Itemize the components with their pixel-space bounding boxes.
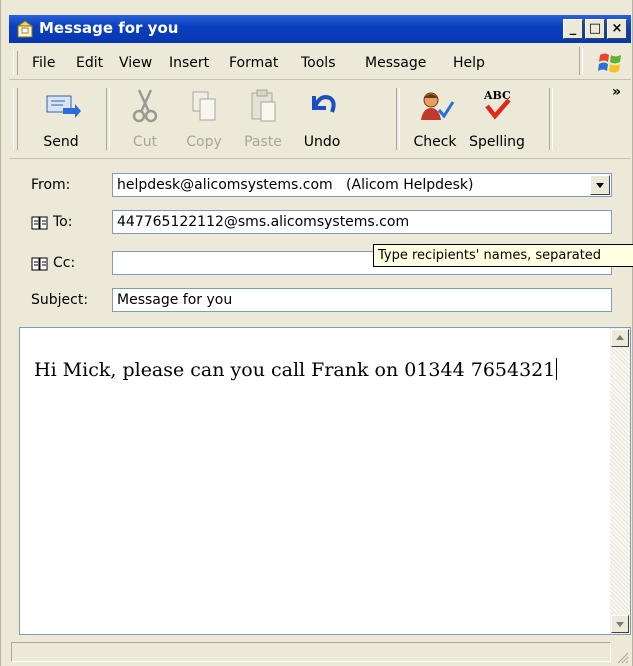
to-field[interactable]: 447765122112@sms.alicomsystems.com <box>112 210 612 234</box>
menu-tools[interactable]: Tools <box>301 55 336 71</box>
menu-insert[interactable]: Insert <box>169 55 209 71</box>
to-label: To: <box>53 214 73 230</box>
vertical-scrollbar[interactable] <box>610 328 630 634</box>
title-bar[interactable]: Message for you _ □ × <box>9 15 631 43</box>
menu-format[interactable]: Format <box>229 55 278 71</box>
menu-bar: File Edit View Insert Format Tools Messa… <box>9 45 631 80</box>
menu-help[interactable]: Help <box>453 55 485 71</box>
undo-label: Undo <box>303 134 341 150</box>
status-bar <box>9 640 631 666</box>
new-message-icon <box>16 20 34 38</box>
message-body-text: Hi Mick, please can you call Frank on 01… <box>34 358 558 381</box>
menu-grip[interactable] <box>13 51 18 75</box>
toolbar-separator <box>396 88 400 150</box>
recipients-tooltip: Type recipients' names, separated <box>373 244 633 267</box>
arrow-down-icon <box>616 622 624 627</box>
from-dropdown[interactable]: helpdesk@alicomsystems.com (Alicom Helpd… <box>112 173 612 197</box>
minimize-button[interactable]: _ <box>563 19 583 39</box>
close-button[interactable]: × <box>607 19 627 39</box>
body-text: Hi Mick, please can you call Frank on 01… <box>34 359 556 381</box>
paste-button[interactable]: Paste <box>233 86 293 152</box>
check-names-icon <box>421 92 455 120</box>
toolbar-overflow-chevron[interactable]: » <box>612 84 621 100</box>
scroll-up-button[interactable] <box>611 329 629 347</box>
toolbar: Send Cut Copy Paste Undo Check ABC Spell… <box>9 82 631 159</box>
send-label: Send <box>43 134 79 150</box>
window-title: Message for you <box>39 19 179 37</box>
check-label: Check <box>413 134 457 150</box>
toolbar-separator <box>549 88 553 150</box>
scissors-icon <box>132 89 158 123</box>
message-body[interactable]: Hi Mick, please can you call Frank on 01… <box>19 327 631 635</box>
toolbar-grip[interactable] <box>13 88 18 150</box>
send-icon <box>46 95 81 118</box>
toolbar-separator <box>106 88 110 150</box>
subject-field[interactable]: Message for you <box>112 288 612 312</box>
resize-grip-icon[interactable] <box>615 650 629 664</box>
undo-button[interactable]: Undo <box>292 86 352 152</box>
address-book-icon[interactable] <box>31 215 49 231</box>
subject-value: Message for you <box>117 292 233 308</box>
text-caret <box>556 358 558 380</box>
arrow-up-icon <box>616 335 624 340</box>
from-label: From: <box>31 177 71 193</box>
menu-view[interactable]: View <box>119 55 152 71</box>
spelling-label: Spelling <box>469 134 525 150</box>
from-dropdown-button[interactable] <box>590 175 610 195</box>
spelling-button[interactable]: ABC Spelling <box>467 86 527 152</box>
windows-logo-icon <box>598 53 621 73</box>
maximize-button[interactable]: □ <box>585 19 605 39</box>
check-names-button[interactable]: Check <box>405 86 465 152</box>
menu-separator <box>579 47 583 75</box>
cc-label: Cc: <box>53 255 76 271</box>
chevron-down-icon <box>596 183 604 188</box>
compose-window: Message for you _ □ × File Edit View Ins… <box>0 0 633 666</box>
from-value: helpdesk@alicomsystems.com (Alicom Helpd… <box>117 177 474 193</box>
copy-button[interactable]: Copy <box>174 86 234 152</box>
cut-label: Cut <box>132 134 158 150</box>
paste-icon <box>251 89 276 122</box>
menu-message[interactable]: Message <box>365 55 426 71</box>
copy-icon <box>192 91 216 121</box>
paste-label: Paste <box>244 134 282 150</box>
menu-edit[interactable]: Edit <box>76 55 103 71</box>
subject-label: Subject: <box>31 292 89 308</box>
address-book-icon[interactable] <box>31 256 49 272</box>
status-panel <box>11 642 611 662</box>
spelling-icon: ABC <box>483 89 511 120</box>
to-value: 447765122112@sms.alicomsystems.com <box>117 214 410 230</box>
cut-button[interactable]: Cut <box>115 86 175 152</box>
undo-icon <box>312 95 336 113</box>
menu-file[interactable]: File <box>32 55 55 71</box>
scroll-down-button[interactable] <box>611 615 629 633</box>
send-button[interactable]: Send <box>31 86 91 152</box>
copy-label: Copy <box>186 134 222 150</box>
